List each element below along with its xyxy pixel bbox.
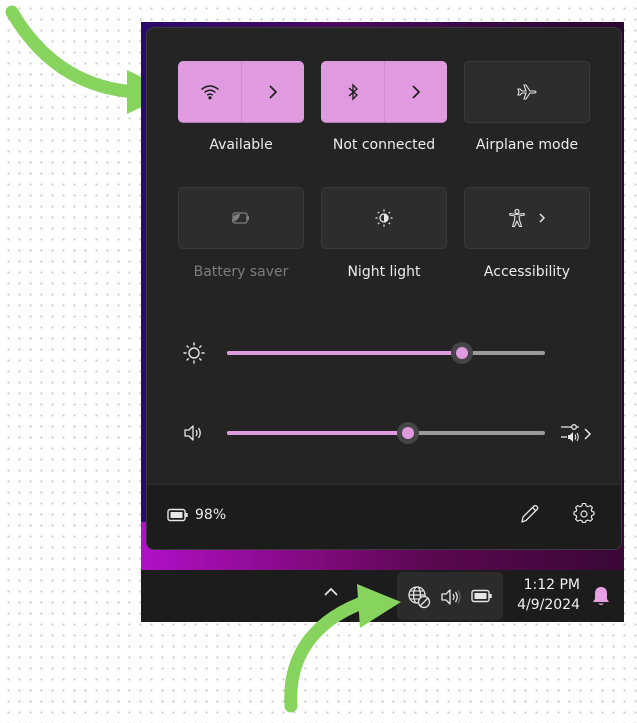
- clock-time: 1:12 PM: [523, 577, 580, 593]
- brightness-slider[interactable]: [227, 342, 545, 364]
- desktop-background: Available Not connected Airplane mode Ba…: [141, 22, 624, 622]
- airplane-mode-label: Airplane mode: [475, 137, 579, 153]
- chevron-right-icon: [538, 212, 546, 224]
- battery-saver-icon: [230, 211, 252, 225]
- quick-settings-panel: Available Not connected Airplane mode Ba…: [146, 27, 622, 550]
- bluetooth-icon: [347, 82, 359, 101]
- chevron-right-icon: [268, 84, 278, 100]
- wifi-label: Available: [209, 137, 273, 153]
- wifi-toggle-button[interactable]: [178, 61, 242, 122]
- brightness-icon: [182, 341, 206, 365]
- battery-percent: 98%: [195, 507, 227, 523]
- clock-button[interactable]: 1:12 PM 4/9/2024: [517, 575, 580, 615]
- bluetooth-tile: [321, 61, 447, 123]
- volume-slider-thumb[interactable]: [397, 422, 420, 444]
- quick-settings-footer: 98%: [147, 484, 621, 549]
- night-light-icon: [374, 208, 394, 228]
- night-light-tile[interactable]: [321, 187, 447, 249]
- battery-icon: [471, 589, 493, 603]
- annotation-arrow-bottom: [284, 584, 401, 713]
- battery-status-button[interactable]: 98%: [167, 507, 226, 523]
- audio-output-select-button[interactable]: [559, 421, 595, 445]
- battery-saver-tile[interactable]: [178, 187, 304, 249]
- volume-slider[interactable]: [227, 422, 545, 444]
- accessibility-label: Accessibility: [483, 264, 571, 280]
- wifi-tile: [178, 61, 304, 123]
- night-light-label: Night light: [347, 264, 421, 280]
- clock-date: 4/9/2024: [517, 597, 580, 613]
- accessibility-tile[interactable]: [464, 187, 590, 249]
- settings-button[interactable]: [573, 503, 595, 525]
- bluetooth-toggle-button[interactable]: [321, 61, 385, 122]
- speaker-icon: [439, 587, 461, 607]
- bluetooth-expand-button[interactable]: [384, 61, 447, 122]
- speaker-icon: [182, 423, 204, 443]
- wifi-expand-button[interactable]: [241, 61, 304, 122]
- battery-saver-label: Battery saver: [193, 264, 289, 280]
- globe-no-internet-icon: [407, 585, 431, 609]
- audio-output-select-icon: [561, 424, 592, 442]
- volume-slider-fill: [227, 431, 409, 435]
- brightness-slider-row: [147, 338, 621, 368]
- wifi-icon: [200, 84, 220, 100]
- gear-icon: [573, 503, 595, 523]
- system-tray-group-button[interactable]: [397, 572, 503, 620]
- bell-icon: [593, 587, 609, 605]
- brightness-slider-fill: [227, 351, 463, 355]
- airplane-icon: [516, 83, 538, 101]
- pencil-icon: [521, 504, 539, 523]
- airplane-mode-tile[interactable]: [464, 61, 590, 123]
- volume-slider-row: [147, 418, 621, 448]
- notifications-button[interactable]: [591, 585, 611, 607]
- bluetooth-label: Not connected: [332, 137, 436, 153]
- chevron-right-icon: [411, 84, 421, 100]
- battery-icon: [167, 508, 188, 522]
- accessibility-icon: [508, 208, 526, 228]
- edit-quick-settings-button[interactable]: [519, 503, 541, 525]
- brightness-slider-thumb[interactable]: [451, 342, 474, 364]
